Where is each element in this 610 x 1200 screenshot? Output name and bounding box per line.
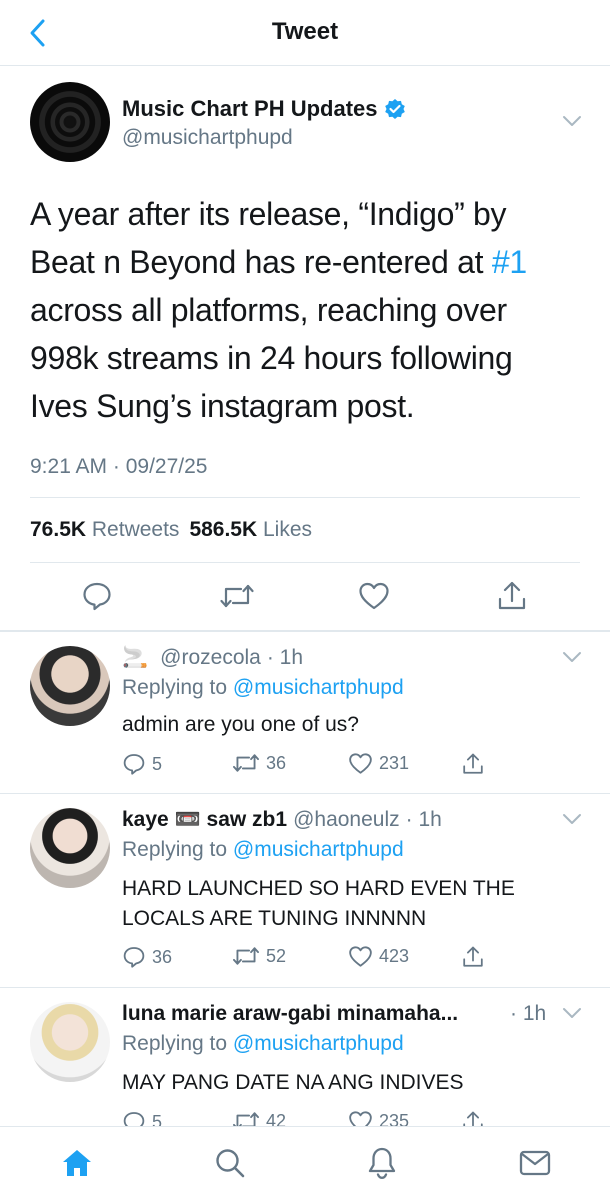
reply-button[interactable]: 36 bbox=[122, 945, 172, 969]
author-name: Music Chart PH Updates bbox=[122, 96, 378, 121]
heart-icon bbox=[349, 753, 372, 774]
replying-handle-link[interactable]: @musichartphupd bbox=[233, 838, 404, 861]
replying-handle-link[interactable]: @musichartphupd bbox=[233, 1032, 404, 1055]
home-icon bbox=[63, 1150, 91, 1176]
reply-button[interactable] bbox=[77, 576, 117, 616]
top-bar: Tweet bbox=[0, 0, 610, 66]
retweets-stat[interactable]: 76.5K Retweets bbox=[30, 518, 179, 542]
hashtag-link[interactable]: #1 bbox=[492, 244, 527, 280]
retweet-button[interactable]: 52 bbox=[232, 945, 286, 967]
reply-header: luna marie araw-gabi minamaha... bbox=[122, 1002, 552, 1026]
chevron-down-icon[interactable] bbox=[562, 1006, 582, 1020]
retweet-button[interactable]: 36 bbox=[232, 752, 286, 774]
reply-header: 🚬 @rozecola · 1h bbox=[122, 646, 303, 670]
replying-prefix: Replying to bbox=[122, 1032, 228, 1055]
tweet-timestamp: 9:21 AM · 09/27/25 bbox=[30, 455, 208, 478]
replying-to: Replying to @musichartphupd bbox=[122, 676, 404, 700]
retweets-label: Retweets bbox=[91, 518, 180, 541]
reply-count: 36 bbox=[152, 946, 173, 967]
user-handle[interactable]: @rozecola bbox=[160, 646, 261, 670]
user-name[interactable]: luna marie araw-gabi minamaha... bbox=[122, 1002, 458, 1026]
author-name-row[interactable]: Music Chart PH Updates bbox=[122, 96, 406, 122]
replying-to: Replying to @musichartphupd bbox=[122, 838, 404, 862]
divider bbox=[30, 562, 580, 563]
likes-stat[interactable]: 586.5K Likes bbox=[189, 518, 312, 542]
author-avatar[interactable] bbox=[30, 82, 110, 162]
reply-item[interactable]: kaye 📼 saw zb1 @haoneulz · 1h Replying t… bbox=[0, 794, 610, 986]
reply-actions: 5 36 231 bbox=[122, 752, 502, 782]
tweet-body: A year after its release, “Indigo” by Be… bbox=[30, 190, 575, 430]
divider bbox=[30, 497, 580, 498]
reply-text: HARD LAUNCHED SO HARD EVEN THE LOCALS AR… bbox=[122, 877, 515, 930]
like-button[interactable]: 231 bbox=[348, 752, 409, 775]
tweet-text-part: across all platforms, reaching over 998k… bbox=[30, 292, 513, 424]
retweets-count: 76.5K bbox=[30, 518, 87, 541]
retweet-count: 36 bbox=[266, 752, 287, 773]
retweet-icon bbox=[233, 947, 259, 965]
replying-prefix: Replying to bbox=[122, 676, 228, 699]
reply-actions: 36 52 423 bbox=[122, 945, 502, 975]
speech-bubble-icon bbox=[123, 754, 145, 775]
tweet-text-part: A year after its release, “Indigo” by Be… bbox=[30, 196, 507, 280]
user-name[interactable]: kaye 📼 saw zb1 bbox=[122, 808, 287, 832]
replying-handle-link[interactable]: @musichartphupd bbox=[233, 676, 404, 699]
like-button[interactable]: 423 bbox=[348, 945, 409, 968]
avatar[interactable] bbox=[30, 808, 110, 888]
tab-home[interactable] bbox=[57, 1143, 97, 1183]
tab-messages[interactable] bbox=[515, 1143, 555, 1183]
reply-header: kaye 📼 saw zb1 @haoneulz · 1h bbox=[122, 808, 442, 832]
avatar[interactable] bbox=[30, 646, 110, 726]
reply-text: admin are you one of us? bbox=[122, 713, 359, 736]
like-button[interactable] bbox=[354, 576, 394, 616]
author-handle[interactable]: @musichartphupd bbox=[122, 126, 293, 150]
verified-badge-icon bbox=[384, 99, 405, 119]
share-icon bbox=[463, 946, 483, 967]
retweet-button[interactable] bbox=[217, 576, 257, 616]
retweet-icon bbox=[220, 584, 254, 608]
retweet-icon bbox=[233, 754, 259, 772]
reply-time: · 1h bbox=[266, 646, 304, 669]
like-count: 231 bbox=[379, 753, 410, 773]
speech-bubble-icon bbox=[83, 582, 111, 611]
retweet-count: 52 bbox=[266, 945, 287, 966]
tab-notifications[interactable] bbox=[362, 1143, 402, 1183]
likes-count: 586.5K bbox=[189, 518, 258, 541]
reply-count: 5 bbox=[152, 753, 163, 774]
share-button[interactable] bbox=[492, 576, 532, 616]
chevron-down-icon[interactable] bbox=[562, 114, 582, 128]
search-icon bbox=[216, 1149, 245, 1178]
bottom-tab-bar bbox=[0, 1126, 610, 1200]
page-title: Tweet bbox=[271, 18, 339, 45]
share-icon bbox=[498, 581, 526, 610]
reply-text: MAY PANG DATE NA ANG INDIVES bbox=[122, 1071, 464, 1094]
mail-icon bbox=[519, 1150, 551, 1176]
chevron-down-icon[interactable] bbox=[562, 650, 582, 664]
tab-search[interactable] bbox=[210, 1143, 250, 1183]
tweet-stats: 76.5K Retweets 586.5K Likes bbox=[30, 518, 312, 542]
replying-to: Replying to @musichartphupd bbox=[122, 1032, 404, 1056]
reply-item[interactable]: 🚬 @rozecola · 1h Replying to @musichartp… bbox=[0, 632, 610, 792]
reply-time: · 1h bbox=[405, 808, 442, 831]
user-name-emoji: 🚬 bbox=[122, 646, 149, 669]
avatar[interactable] bbox=[30, 1002, 110, 1082]
share-button[interactable] bbox=[462, 752, 484, 776]
share-button[interactable] bbox=[462, 945, 484, 969]
user-handle[interactable]: @haoneulz bbox=[293, 808, 400, 832]
heart-icon bbox=[349, 946, 372, 967]
reply-button[interactable]: 5 bbox=[122, 752, 162, 776]
speech-bubble-icon bbox=[123, 947, 145, 968]
chevron-down-icon[interactable] bbox=[562, 812, 582, 826]
bell-icon bbox=[368, 1147, 396, 1179]
like-count: 423 bbox=[379, 946, 410, 966]
share-icon bbox=[463, 753, 483, 774]
tweet-actions bbox=[0, 576, 610, 616]
replying-prefix: Replying to bbox=[122, 838, 228, 861]
reply-time: · 1h bbox=[510, 1002, 547, 1025]
heart-icon bbox=[359, 582, 389, 610]
likes-label: Likes bbox=[263, 518, 313, 541]
